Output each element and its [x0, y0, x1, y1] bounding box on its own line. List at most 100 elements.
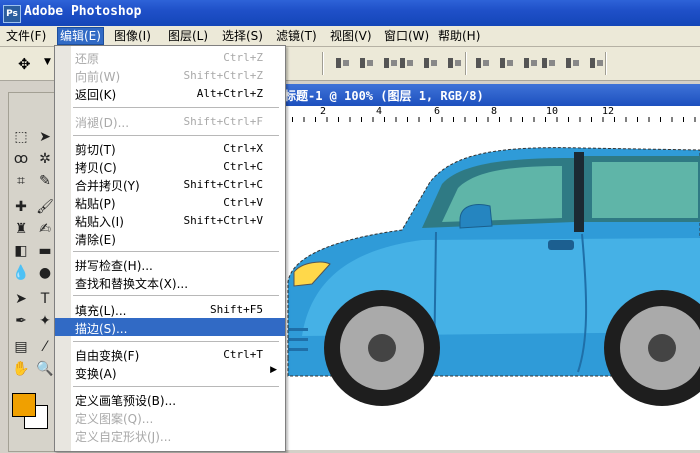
notes-tool-icon[interactable]: ▤	[11, 337, 31, 357]
distribute-top-icon[interactable]	[474, 55, 492, 71]
align-buttons-horizontal	[398, 55, 464, 71]
menu-item-paste-into[interactable]: 粘贴入(I) Shift+Ctrl+V	[55, 211, 285, 229]
menu-item-shortcut: Ctrl+Z	[223, 51, 263, 64]
menu-item-define-pattern[interactable]: 定义图案(Q)...	[55, 408, 285, 426]
menu-item-paste[interactable]: 粘贴(P) Ctrl+V	[55, 193, 285, 211]
menu-item-clear[interactable]: 清除(E)	[55, 229, 285, 247]
slice-tool-icon[interactable]: ✎	[35, 171, 55, 191]
menu-separator	[73, 135, 279, 136]
eraser-tool-icon[interactable]: ◧	[11, 241, 31, 261]
options-separator	[605, 52, 607, 75]
menu-item-label: 返回(K)	[75, 88, 117, 102]
align-top-icon[interactable]	[334, 55, 352, 71]
menu-separator	[73, 107, 279, 108]
menu-item-label: 填充(L)...	[75, 304, 127, 318]
menu-item-label: 粘贴入(I)	[75, 215, 124, 229]
ruler-label: 8	[491, 106, 498, 117]
align-vcenter-icon[interactable]	[358, 55, 376, 71]
menu-filter[interactable]: 滤镜(T)	[274, 28, 319, 44]
menu-item-label: 消褪(D)...	[75, 116, 130, 130]
menu-file[interactable]: 文件(F)	[4, 28, 48, 44]
menu-window[interactable]: 窗口(W)	[382, 28, 431, 44]
menu-edit[interactable]: 编辑(E)	[57, 27, 104, 45]
crop-tool-icon[interactable]: ⌗	[11, 171, 31, 191]
tool-preset-dropdown-icon[interactable]: ▼	[44, 57, 51, 67]
dodge-tool-icon[interactable]: ●	[35, 263, 55, 283]
options-separator	[322, 52, 324, 75]
move-tool-icon[interactable]: ✥	[18, 55, 31, 73]
menu-item-step-forward[interactable]: 向前(W) Shift+Ctrl+Z	[55, 66, 285, 84]
distribute-buttons	[474, 55, 540, 71]
menu-item-label: 剪切(T)	[75, 143, 116, 157]
menu-help[interactable]: 帮助(H)	[436, 28, 482, 44]
menu-separator	[73, 251, 279, 252]
menu-item-shortcut: Shift+Ctrl+C	[183, 178, 263, 191]
eyedropper-icon[interactable]: ⁄	[35, 337, 55, 357]
menu-item-cut[interactable]: 剪切(T) Ctrl+X	[55, 139, 285, 157]
menu-item-label: 合并拷贝(Y)	[75, 179, 140, 193]
menu-item-shortcut: Alt+Ctrl+Z	[196, 87, 263, 100]
menu-item-copy[interactable]: 拷贝(C) Ctrl+C	[55, 157, 285, 175]
menu-item-define-brush[interactable]: 定义画笔预设(B)...	[55, 390, 285, 408]
menu-item-transform[interactable]: 变换(A) ▶	[55, 363, 285, 381]
menu-separator	[73, 295, 279, 296]
history-brush-icon[interactable]: ✍	[35, 219, 55, 239]
photoshop-logo-icon: Ps	[3, 5, 21, 23]
menu-item-step-backward[interactable]: 返回(K) Alt+Ctrl+Z	[55, 84, 285, 102]
healing-brush-icon[interactable]: ✚	[11, 197, 31, 217]
blur-tool-icon[interactable]: 💧	[11, 263, 31, 283]
menu-item-find-replace[interactable]: 查找和替换文本(X)...	[55, 273, 285, 291]
menu-item-shortcut: Shift+F5	[210, 303, 263, 316]
menu-view[interactable]: 视图(V)	[328, 28, 374, 44]
menu-item-shortcut: Shift+Ctrl+Z	[183, 69, 263, 82]
pen-tool-icon[interactable]: ✒	[11, 311, 31, 331]
menu-item-copy-merged[interactable]: 合并拷贝(Y) Shift+Ctrl+C	[55, 175, 285, 193]
align-left-icon[interactable]	[398, 55, 416, 71]
menu-item-shortcut: Ctrl+V	[223, 196, 263, 209]
align-right-icon[interactable]	[446, 55, 464, 71]
type-tool-icon[interactable]: T	[35, 289, 55, 309]
menu-item-define-custom-shape[interactable]: 定义自定形状(J)...	[55, 426, 285, 444]
distribute-left-icon[interactable]	[540, 55, 558, 71]
menu-bar: 文件(F) 编辑(E) 图像(I) 图层(L) 选择(S) 滤镜(T) 视图(V…	[0, 26, 700, 47]
app-title: Adobe Photoshop	[24, 4, 142, 19]
distribute-bottom-icon[interactable]	[522, 55, 540, 71]
menu-item-check-spelling[interactable]: 拼写检查(H)...	[55, 255, 285, 273]
lasso-tool-icon[interactable]: ꝏ	[11, 149, 31, 169]
menu-item-label: 拼写检查(H)...	[75, 259, 153, 273]
menu-separator	[73, 341, 279, 342]
menu-item-fill[interactable]: 填充(L)... Shift+F5	[55, 300, 285, 318]
distribute-hcenter-icon[interactable]	[564, 55, 582, 71]
hand-tool-icon[interactable]: ✋	[11, 359, 31, 379]
menu-item-label: 定义图案(Q)...	[75, 412, 154, 426]
menu-select[interactable]: 选择(S)	[220, 28, 265, 44]
menu-item-fade[interactable]: 消褪(D)... Shift+Ctrl+F	[55, 112, 285, 130]
distribute-right-icon[interactable]	[588, 55, 606, 71]
menu-item-undo[interactable]: 还原 Ctrl+Z	[55, 48, 285, 66]
distribute-vcenter-icon[interactable]	[498, 55, 516, 71]
menu-layer[interactable]: 图层(L)	[166, 28, 210, 44]
document-title: 标题-1 @ 100% (图层 1, RGB/8)	[284, 89, 484, 103]
ruler-label: 10	[546, 106, 559, 117]
toolbox: ⬚ ➤ ꝏ ✲ ⌗ ✎ ✚ 🖌 ♜ ✍ ◧ ▬ 💧 ● ➤ T ✒ ✦ ▤ ⁄ …	[8, 92, 60, 452]
clone-stamp-icon[interactable]: ♜	[11, 219, 31, 239]
submenu-arrow-icon: ▶	[270, 365, 277, 375]
menu-item-label: 变换(A)	[75, 367, 117, 381]
foreground-color-swatch[interactable]	[12, 393, 36, 417]
zoom-tool-icon[interactable]: 🔍	[35, 359, 55, 379]
app-title-bar: Ps Adobe Photoshop	[0, 0, 700, 26]
menu-image[interactable]: 图像(I)	[112, 28, 153, 44]
move-tool-icon[interactable]: ➤	[35, 127, 55, 147]
brush-tool-icon[interactable]: 🖌	[35, 197, 55, 217]
menu-item-stroke[interactable]: 描边(S)...	[55, 318, 285, 336]
shape-tool-icon[interactable]: ✦	[35, 311, 55, 331]
magic-wand-icon[interactable]: ✲	[35, 149, 55, 169]
menu-item-free-transform[interactable]: 自由变换(F) Ctrl+T	[55, 345, 285, 363]
marquee-tool-icon[interactable]: ⬚	[11, 127, 31, 147]
menu-item-label: 描边(S)...	[75, 322, 128, 336]
align-hcenter-icon[interactable]	[422, 55, 440, 71]
menu-item-label: 定义自定形状(J)...	[75, 430, 172, 444]
ruler-label: 12	[602, 106, 615, 117]
gradient-tool-icon[interactable]: ▬	[35, 241, 55, 261]
path-select-icon[interactable]: ➤	[11, 289, 31, 309]
